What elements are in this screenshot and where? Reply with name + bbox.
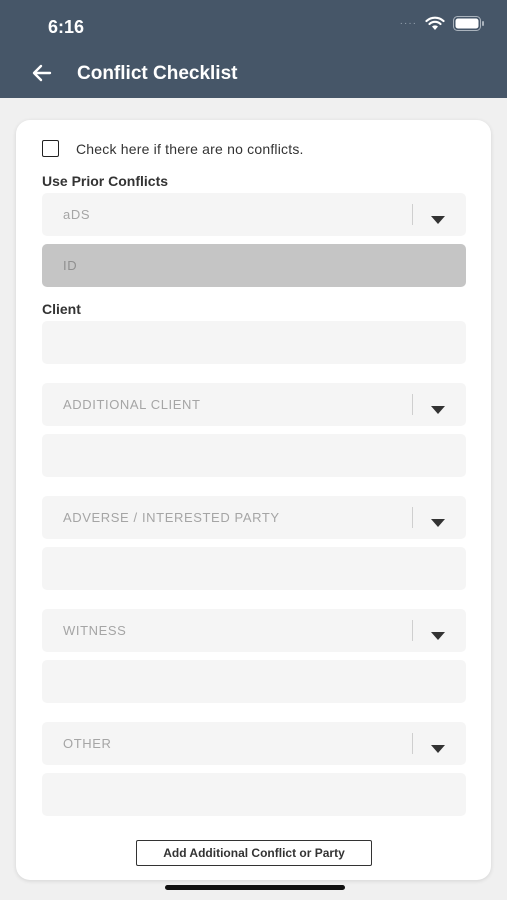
back-arrow-icon[interactable] [30,61,54,85]
prior-conflicts-value: aDS [63,207,91,222]
additional-client-select-label: ADDITIONAL CLIENT [63,397,201,412]
adverse-party-input[interactable] [42,547,466,590]
battery-icon [453,16,485,31]
conflict-form-card: Check here if there are no conflicts. Us… [16,120,491,880]
client-input[interactable] [42,321,466,364]
chevron-down-icon[interactable] [431,211,445,229]
select-divider [412,620,413,641]
other-select-label: OTHER [63,736,112,751]
signal-icon: ···· [399,18,417,29]
id-placeholder: ID [63,258,78,273]
chevron-down-icon[interactable] [431,740,445,758]
select-divider [412,394,413,415]
id-field: ID [42,244,466,287]
additional-client-select[interactable]: ADDITIONAL CLIENT [42,383,466,426]
no-conflicts-row[interactable]: Check here if there are no conflicts. [42,140,304,157]
select-divider [412,733,413,754]
adverse-party-select-label: ADVERSE / INTERESTED PARTY [63,510,280,525]
client-label: Client [42,301,81,317]
other-select[interactable]: OTHER [42,722,466,765]
wifi-icon [425,16,445,31]
other-input[interactable] [42,773,466,816]
chevron-down-icon[interactable] [431,401,445,419]
additional-client-input[interactable] [42,434,466,477]
home-indicator[interactable] [165,885,345,890]
add-conflict-button[interactable]: Add Additional Conflict or Party [136,840,372,866]
status-icons: ···· [400,16,485,31]
chevron-down-icon[interactable] [431,627,445,645]
use-prior-conflicts-label: Use Prior Conflicts [42,173,169,189]
select-divider [412,507,413,528]
app-header: 6:16 ···· Conflict Checklist [0,0,507,98]
witness-select[interactable]: WITNESS [42,609,466,652]
chevron-down-icon[interactable] [431,514,445,532]
no-conflicts-label: Check here if there are no conflicts. [76,140,304,157]
status-time: 6:16 [48,17,85,37]
witness-input[interactable] [42,660,466,703]
select-divider [412,204,413,225]
adverse-party-select[interactable]: ADVERSE / INTERESTED PARTY [42,496,466,539]
page-title: Conflict Checklist [77,63,238,84]
witness-select-label: WITNESS [63,623,127,638]
no-conflicts-checkbox[interactable] [42,140,59,157]
prior-conflicts-select[interactable]: aDS [42,193,466,236]
